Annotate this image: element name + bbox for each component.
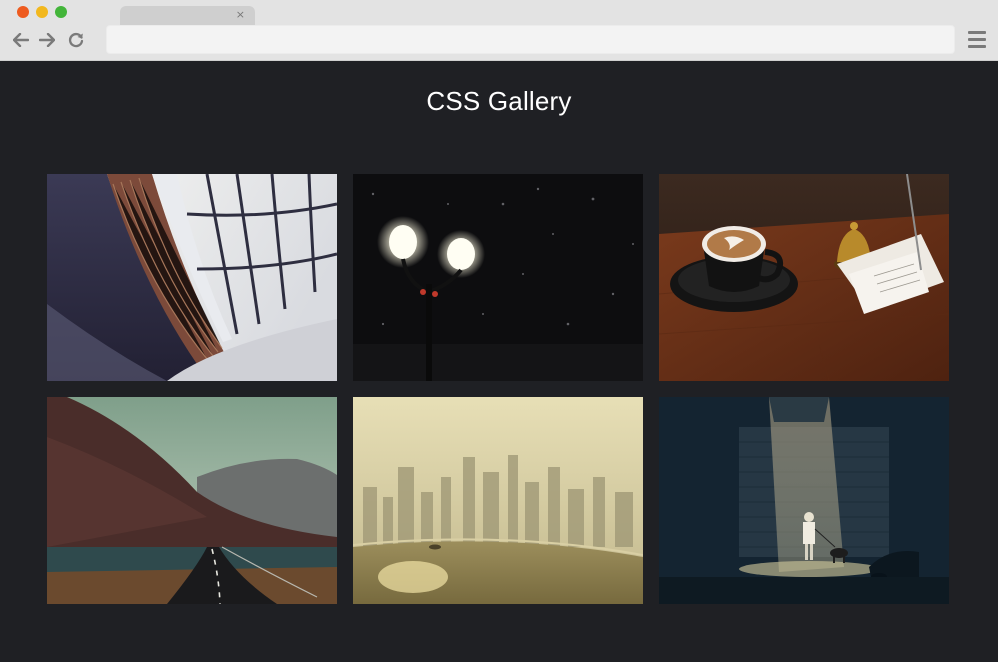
window-controls <box>17 6 67 18</box>
coffee-image <box>659 174 949 381</box>
back-button[interactable] <box>12 31 30 49</box>
browser-menu-button[interactable] <box>968 31 986 48</box>
hazy-city-image <box>353 397 643 604</box>
night-walk-image <box>659 397 949 604</box>
gallery-photo-street-lamps[interactable] <box>353 174 643 381</box>
page-title: CSS Gallery <box>426 86 572 116</box>
gallery-photo-night-walk[interactable] <box>659 397 949 604</box>
photo-gallery <box>47 174 950 604</box>
browser-tab[interactable]: × <box>120 6 255 26</box>
street-lamps-image <box>353 174 643 381</box>
gallery-photo-mountain-road[interactable] <box>47 397 337 604</box>
mountain-road-image <box>47 397 337 604</box>
library-image <box>47 174 337 381</box>
gallery-photo-hazy-city[interactable] <box>353 397 643 604</box>
forward-button[interactable] <box>38 31 56 49</box>
minimize-window-button[interactable] <box>36 6 48 18</box>
menu-line <box>968 38 986 41</box>
close-window-button[interactable] <box>17 6 29 18</box>
arrow-right-icon <box>39 33 55 47</box>
reload-button[interactable] <box>67 31 85 49</box>
address-bar[interactable] <box>106 25 955 54</box>
arrow-left-icon <box>13 33 29 47</box>
gallery-photo-coffee[interactable] <box>659 174 949 381</box>
reload-icon <box>68 32 84 48</box>
tab-close-icon[interactable]: × <box>236 7 245 23</box>
menu-line <box>968 45 986 48</box>
browser-chrome: × <box>0 0 998 61</box>
maximize-window-button[interactable] <box>55 6 67 18</box>
gallery-photo-library[interactable] <box>47 174 337 381</box>
menu-line <box>968 31 986 34</box>
